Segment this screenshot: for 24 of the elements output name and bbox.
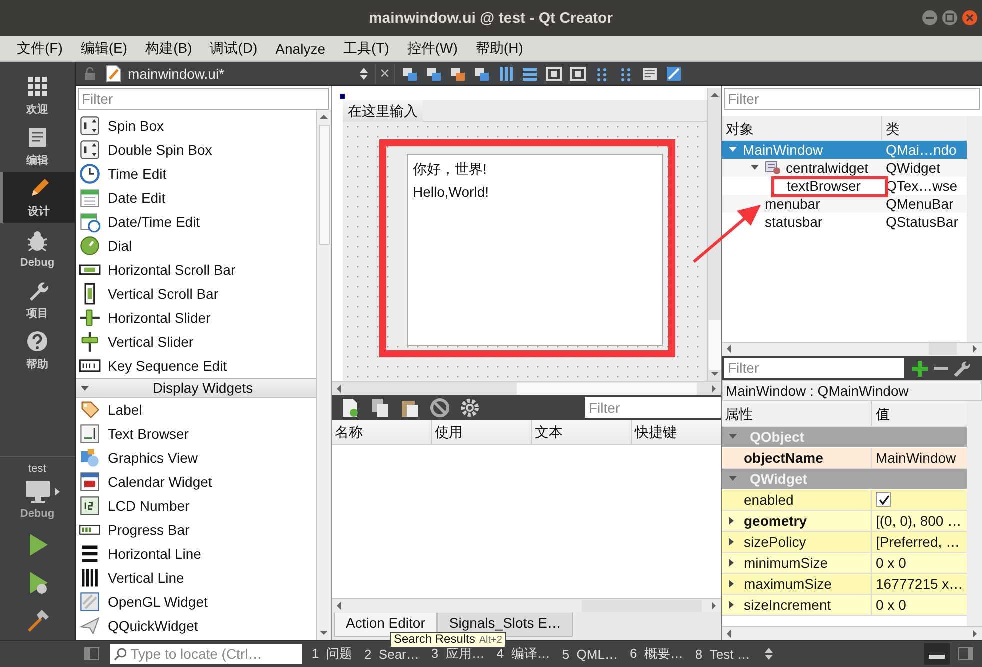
- property-name: enabled: [744, 492, 794, 508]
- object-name: centralwidget: [786, 160, 868, 176]
- class-name: QMai…ndo: [885, 142, 957, 158]
- object-class-label: MainWindow : QMainWindow: [722, 380, 982, 400]
- property-name: sizeIncrement: [744, 596, 832, 612]
- text-line: Hello,World!: [413, 184, 490, 202]
- object-name: statusbar: [765, 214, 823, 230]
- class-name: QWidget: [885, 160, 940, 176]
- object-name: textBrowser: [787, 178, 861, 194]
- property-name: minimumSize: [744, 554, 828, 570]
- window-title: mainwindow.ui @ test - Qt Creator: [368, 10, 614, 26]
- class-name: QTex…wse: [885, 178, 958, 194]
- property-name: objectName: [744, 450, 824, 466]
- property-name: geometry: [744, 512, 808, 528]
- text-line: 你好，世界!: [413, 161, 488, 179]
- property-name: sizePolicy: [744, 534, 806, 550]
- build-config: Debug: [20, 508, 55, 520]
- class-name: QStatusBar: [885, 214, 958, 230]
- class-name: QMenuBar: [885, 196, 954, 212]
- shortcut-hint: Alt+2: [479, 634, 502, 647]
- object-name: menubar: [765, 196, 820, 212]
- project-name: test: [28, 463, 46, 475]
- object-name: MainWindow: [743, 142, 824, 158]
- property-name: maximumSize: [744, 576, 832, 592]
